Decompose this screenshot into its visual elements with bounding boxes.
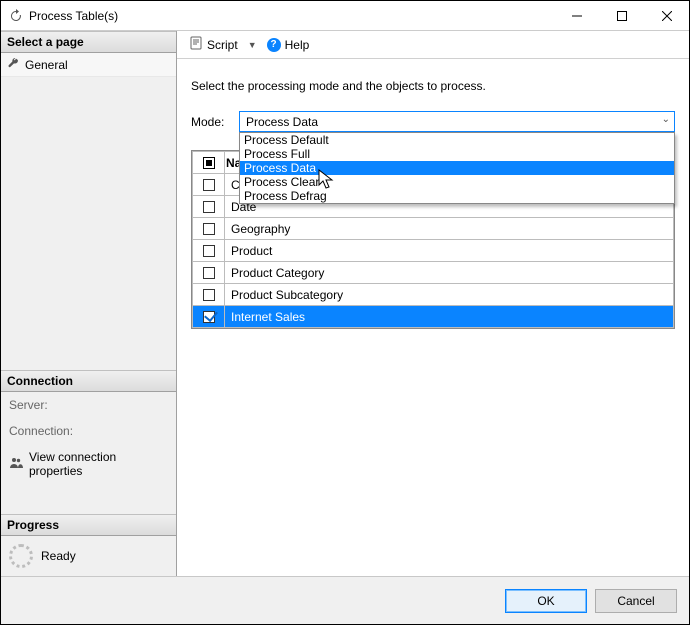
mode-option[interactable]: Process Default — [240, 133, 674, 147]
row-name-cell: Product Category — [225, 262, 674, 284]
script-icon — [189, 36, 203, 53]
row-checkbox-cell[interactable] — [193, 284, 225, 306]
wrench-icon — [7, 57, 19, 72]
mode-combobox[interactable]: Process Data ⌄ Process DefaultProcess Fu… — [239, 111, 675, 132]
close-button[interactable] — [644, 1, 689, 30]
checkbox-icon — [203, 201, 215, 213]
table-row[interactable]: Product Subcategory — [193, 284, 674, 306]
row-name-cell: Product Subcategory — [225, 284, 674, 306]
sidebar: Select a page General Connection Server:… — [1, 31, 177, 576]
row-name-cell: Product — [225, 240, 674, 262]
toolbar: Script ▼ ? Help — [177, 31, 689, 59]
chevron-down-icon: ⌄ — [662, 114, 670, 125]
mode-option[interactable]: Process Full — [240, 147, 674, 161]
refresh-icon — [9, 9, 23, 23]
progress-header: Progress — [1, 514, 176, 536]
script-dropdown-caret[interactable]: ▼ — [246, 40, 259, 50]
sidebar-item-label: General — [25, 58, 68, 72]
ok-button[interactable]: OK — [505, 589, 587, 613]
row-name-cell: Internet Sales — [225, 306, 674, 328]
row-checkbox-cell[interactable] — [193, 306, 225, 328]
row-checkbox-cell[interactable] — [193, 240, 225, 262]
title-bar: Process Table(s) — [1, 1, 689, 31]
checkbox-icon — [203, 223, 215, 235]
checkbox-icon — [203, 179, 215, 191]
progress-status-text: Ready — [41, 549, 76, 563]
view-connection-properties-label: View connection properties — [29, 450, 168, 478]
view-connection-properties-link[interactable]: View connection properties — [1, 444, 176, 484]
window-title: Process Table(s) — [29, 9, 554, 23]
row-name-cell: Geography — [225, 218, 674, 240]
help-icon: ? — [267, 38, 281, 52]
header-checkbox-cell[interactable] — [193, 152, 225, 174]
table-row[interactable]: Product — [193, 240, 674, 262]
connection-label: Connection: — [1, 418, 176, 444]
main-panel: Script ▼ ? Help Select the processing mo… — [177, 31, 689, 576]
mode-selected-value: Process Data — [246, 115, 318, 129]
mode-option[interactable]: Process Defrag — [240, 189, 674, 203]
progress-status-row: Ready — [1, 536, 176, 576]
checkbox-icon — [203, 245, 215, 257]
tri-state-checkbox-icon — [203, 157, 215, 169]
connection-header: Connection — [1, 370, 176, 392]
row-checkbox-cell[interactable] — [193, 262, 225, 284]
script-button[interactable]: Script — [185, 34, 242, 55]
mode-label: Mode: — [191, 115, 231, 129]
sidebar-item-general[interactable]: General — [1, 53, 176, 77]
checkbox-icon — [203, 267, 215, 279]
maximize-button[interactable] — [599, 1, 644, 30]
mode-option[interactable]: Process Clear — [240, 175, 674, 189]
help-button[interactable]: ? Help — [263, 36, 314, 54]
dialog-button-bar: OK Cancel — [1, 576, 689, 624]
checkbox-icon — [203, 289, 215, 301]
table-row[interactable]: Product Category — [193, 262, 674, 284]
select-page-header: Select a page — [1, 31, 176, 53]
cancel-button[interactable]: Cancel — [595, 589, 677, 613]
row-checkbox-cell[interactable] — [193, 196, 225, 218]
instruction-text: Select the processing mode and the objec… — [191, 79, 675, 93]
row-checkbox-cell[interactable] — [193, 218, 225, 240]
table-row[interactable]: Internet Sales — [193, 306, 674, 328]
spinner-icon — [9, 544, 33, 568]
row-checkbox-cell[interactable] — [193, 174, 225, 196]
checkbox-icon — [203, 311, 215, 323]
window-controls — [554, 1, 689, 30]
table-row[interactable]: Geography — [193, 218, 674, 240]
mode-option[interactable]: Process Data — [240, 161, 674, 175]
minimize-button[interactable] — [554, 1, 599, 30]
people-icon — [9, 456, 23, 473]
help-label: Help — [285, 38, 310, 52]
mode-dropdown: Process DefaultProcess FullProcess DataP… — [239, 132, 675, 204]
server-label: Server: — [1, 392, 176, 418]
script-label: Script — [207, 38, 238, 52]
